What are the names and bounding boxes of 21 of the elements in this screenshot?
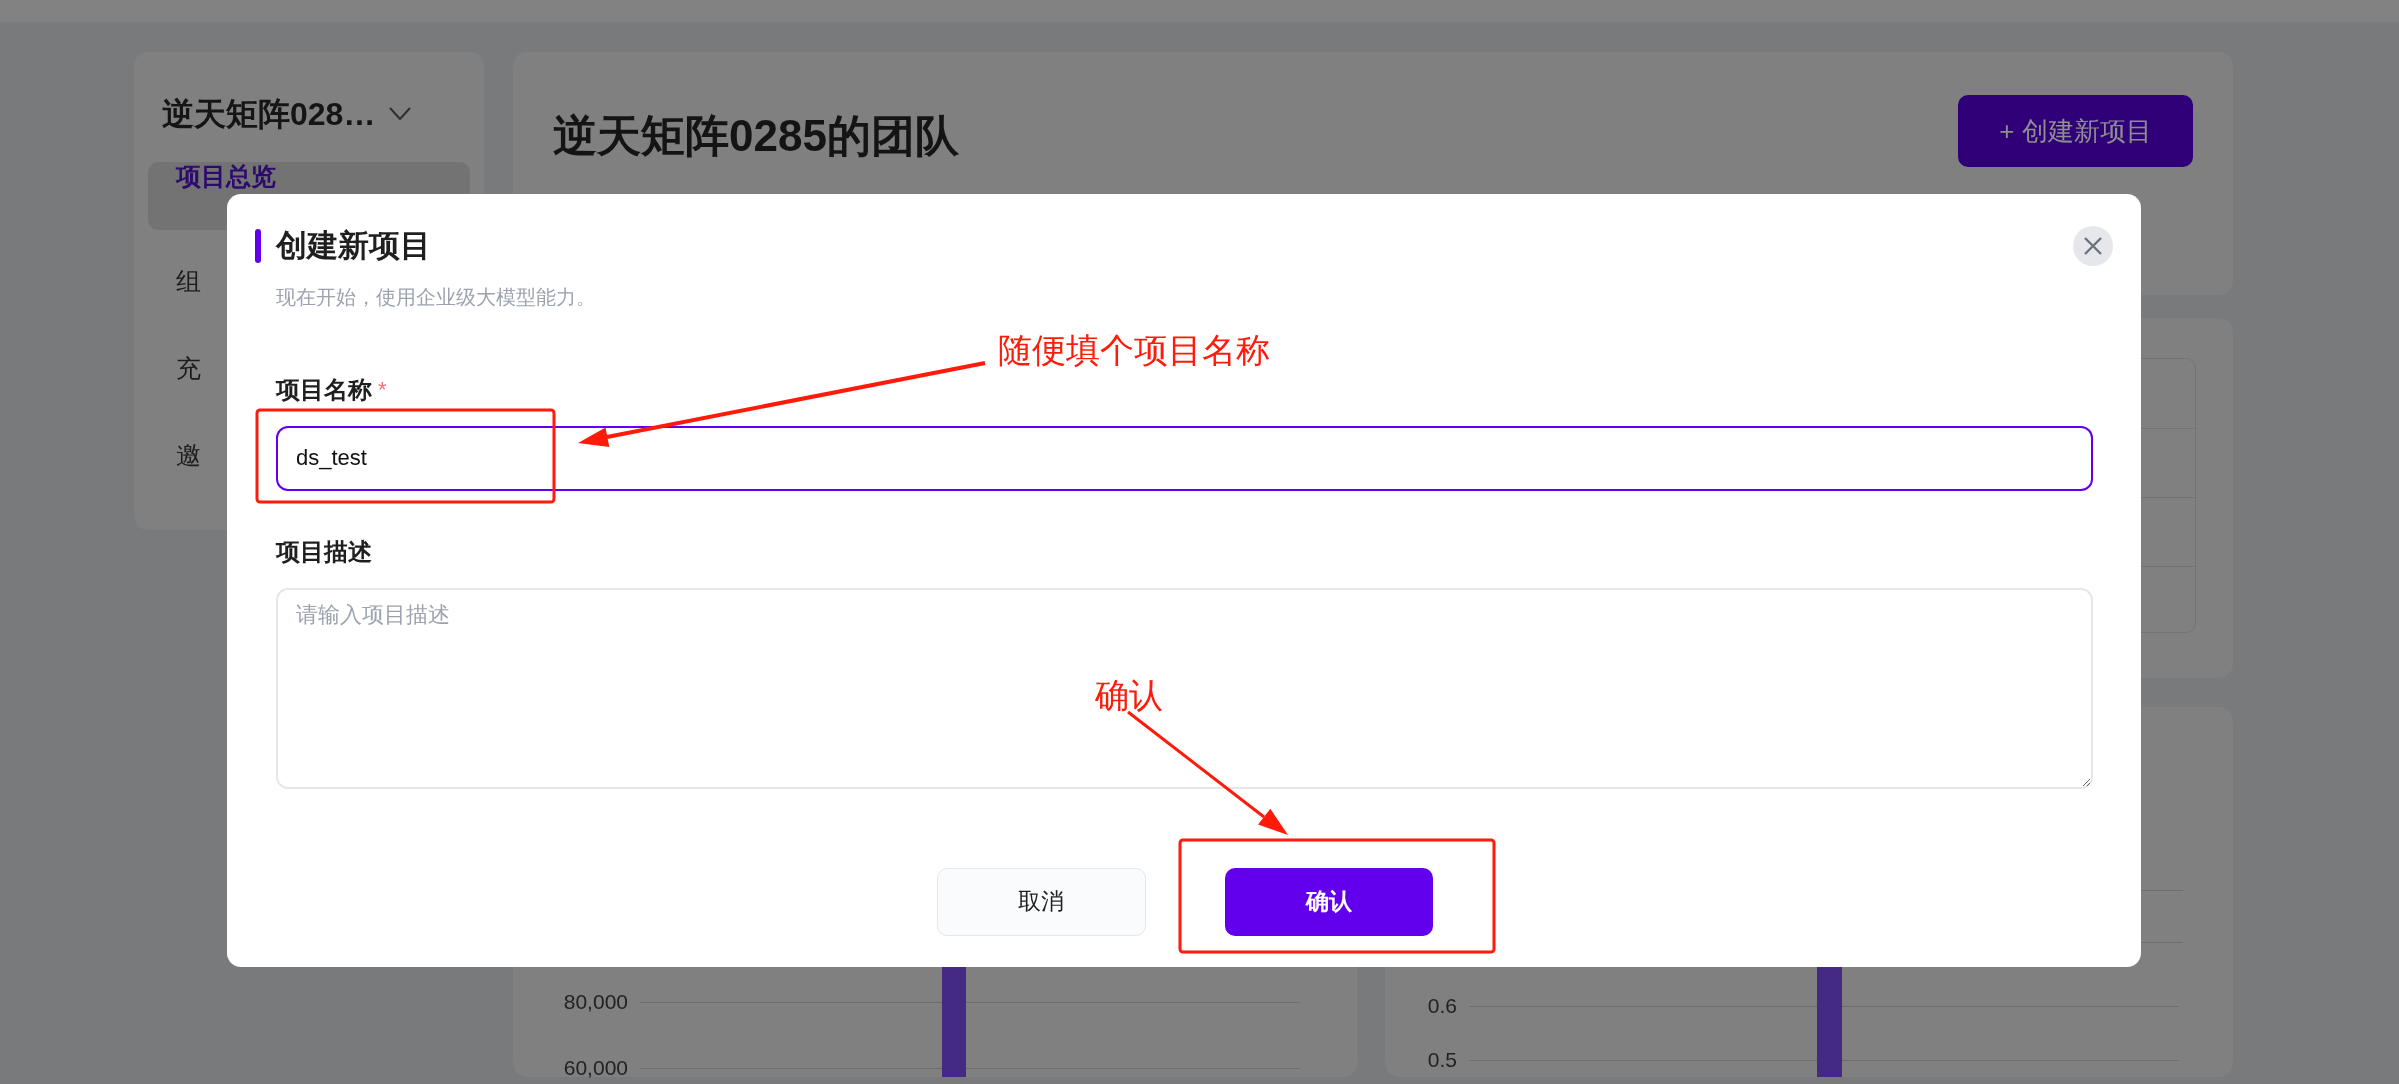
close-icon [2083, 236, 2103, 257]
cancel-button[interactable]: 取消 [936, 867, 1146, 936]
dialog-subtitle: 现在开始，使用企业级大模型能力。 [276, 284, 597, 310]
axis-label: 0.6 [1426, 993, 1457, 1020]
chevron-down-icon[interactable] [389, 107, 412, 121]
title-accent-bar [255, 229, 261, 264]
required-mark: * [378, 376, 387, 404]
create-project-button[interactable]: + 创建新项目 [1958, 95, 2193, 167]
team-name[interactable]: 逆天矩阵028… [162, 90, 376, 138]
annotation-text: 确认 [1095, 675, 1163, 716]
field-label: 项目描述 [276, 536, 372, 567]
field-label: 项目名称 [276, 374, 372, 405]
axis-label: 80,000 [562, 989, 628, 1016]
axis-label: 60,000 [562, 1055, 628, 1082]
name-input-field[interactable]: ds_test [276, 425, 2093, 491]
annotation-text: 随便填个项目名称 [998, 330, 1270, 371]
confirm-button[interactable]: 确认 [1224, 867, 1433, 936]
team-title: 逆天矩阵0285的团队 [553, 110, 959, 162]
close-button[interactable] [2073, 226, 2113, 267]
axis-label: 0.5 [1426, 1047, 1457, 1074]
dialog-title: 创建新项目 [276, 227, 431, 265]
